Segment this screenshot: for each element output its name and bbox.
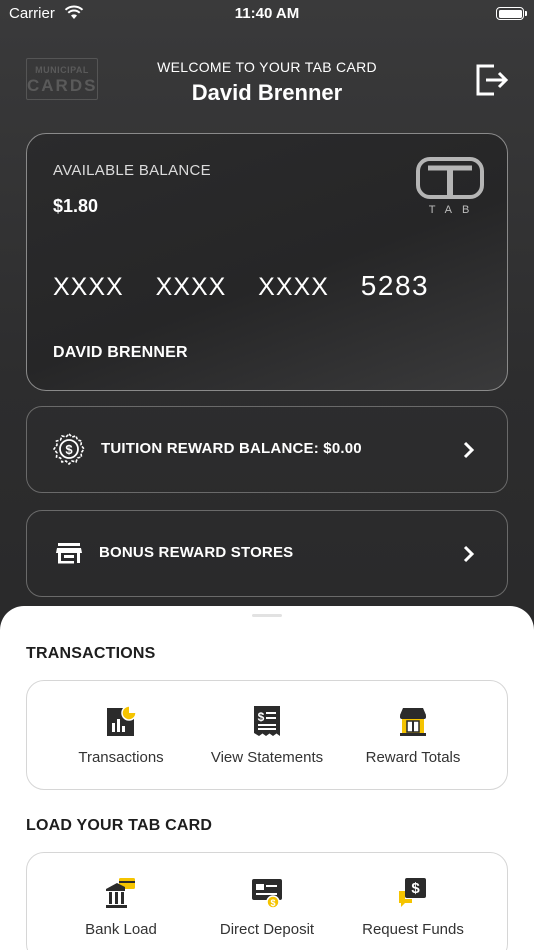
direct-deposit-tile-label: Direct Deposit (219, 921, 315, 938)
tab-logo: TAB (415, 156, 485, 218)
tab-logo-mark (416, 157, 484, 199)
chevron-right-icon (463, 545, 475, 563)
tuition-reward-label: TUITION REWARD BALANCE: $0.00 (101, 440, 362, 457)
battery-icon (496, 7, 527, 20)
tuition-reward-row[interactable]: $ TUITION REWARD BALANCE: $0.00 (26, 406, 508, 493)
transactions-panel: Transactions $ View Statements Reward To… (26, 680, 508, 790)
status-time: 11:40 AM (234, 5, 300, 22)
request-funds-tile-label: Request Funds (362, 921, 464, 938)
dollar-badge-icon: $ (53, 433, 85, 465)
svg-text:$: $ (258, 710, 265, 724)
card-number: XXXX XXXX XXXX 5283 (53, 270, 429, 302)
svg-text:$: $ (411, 880, 420, 897)
store-icon (56, 543, 82, 564)
tab-card[interactable]: AVAILABLE BALANCE $1.80 TAB XXXX XXXX XX… (26, 133, 508, 391)
bank-load-tile[interactable]: Bank Load (48, 853, 194, 950)
load-panel: Bank Load $ Direct Deposit $ Request Fun… (26, 852, 508, 950)
card-holder-name: DAVID BRENNER (53, 344, 188, 361)
bonus-reward-stores-label: BONUS REWARD STORES (99, 544, 294, 561)
reward-store-icon (400, 708, 426, 736)
request-funds-icon: $ (399, 878, 426, 907)
reward-totals-tile[interactable]: Reward Totals (340, 681, 486, 789)
bottom-sheet[interactable]: TRANSACTIONS Transactions $ View Stateme… (0, 606, 534, 950)
tab-logo-text: TAB (428, 204, 480, 216)
request-funds-tile[interactable]: $ Request Funds (340, 853, 486, 950)
available-balance-label: AVAILABLE BALANCE (53, 162, 211, 179)
transactions-tile[interactable]: Transactions (48, 681, 194, 789)
view-statements-tile-label: View Statements (210, 749, 324, 766)
chart-icon (107, 705, 137, 736)
reward-totals-tile-label: Reward Totals (365, 749, 461, 766)
card-number-last4: 5283 (360, 270, 430, 301)
statement-icon: $ (254, 706, 280, 736)
svg-text:$: $ (65, 442, 73, 457)
logout-icon[interactable] (474, 62, 510, 98)
bank-icon (106, 878, 135, 908)
transactions-section-title: TRANSACTIONS (26, 645, 156, 662)
chevron-right-icon (463, 441, 475, 459)
bank-load-tile-label: Bank Load (85, 921, 157, 938)
load-section-title: LOAD YOUR TAB CARD (26, 817, 213, 834)
transactions-tile-label: Transactions (78, 749, 164, 766)
svg-text:$: $ (270, 898, 275, 908)
view-statements-tile[interactable]: $ View Statements (194, 681, 340, 789)
welcome-text: WELCOME TO YOUR TAB CARD (157, 59, 377, 75)
direct-deposit-tile[interactable]: $ Direct Deposit (194, 853, 340, 950)
user-name: David Brenner (191, 80, 343, 105)
direct-deposit-icon: $ (252, 879, 282, 909)
sheet-handle[interactable] (252, 614, 282, 617)
bonus-reward-stores-row[interactable]: BONUS REWARD STORES (26, 510, 508, 597)
card-number-masked: XXXX XXXX XXXX (53, 273, 329, 301)
available-balance-value: $1.80 (53, 196, 99, 216)
status-bar: Carrier 11:40 AM (0, 0, 534, 28)
